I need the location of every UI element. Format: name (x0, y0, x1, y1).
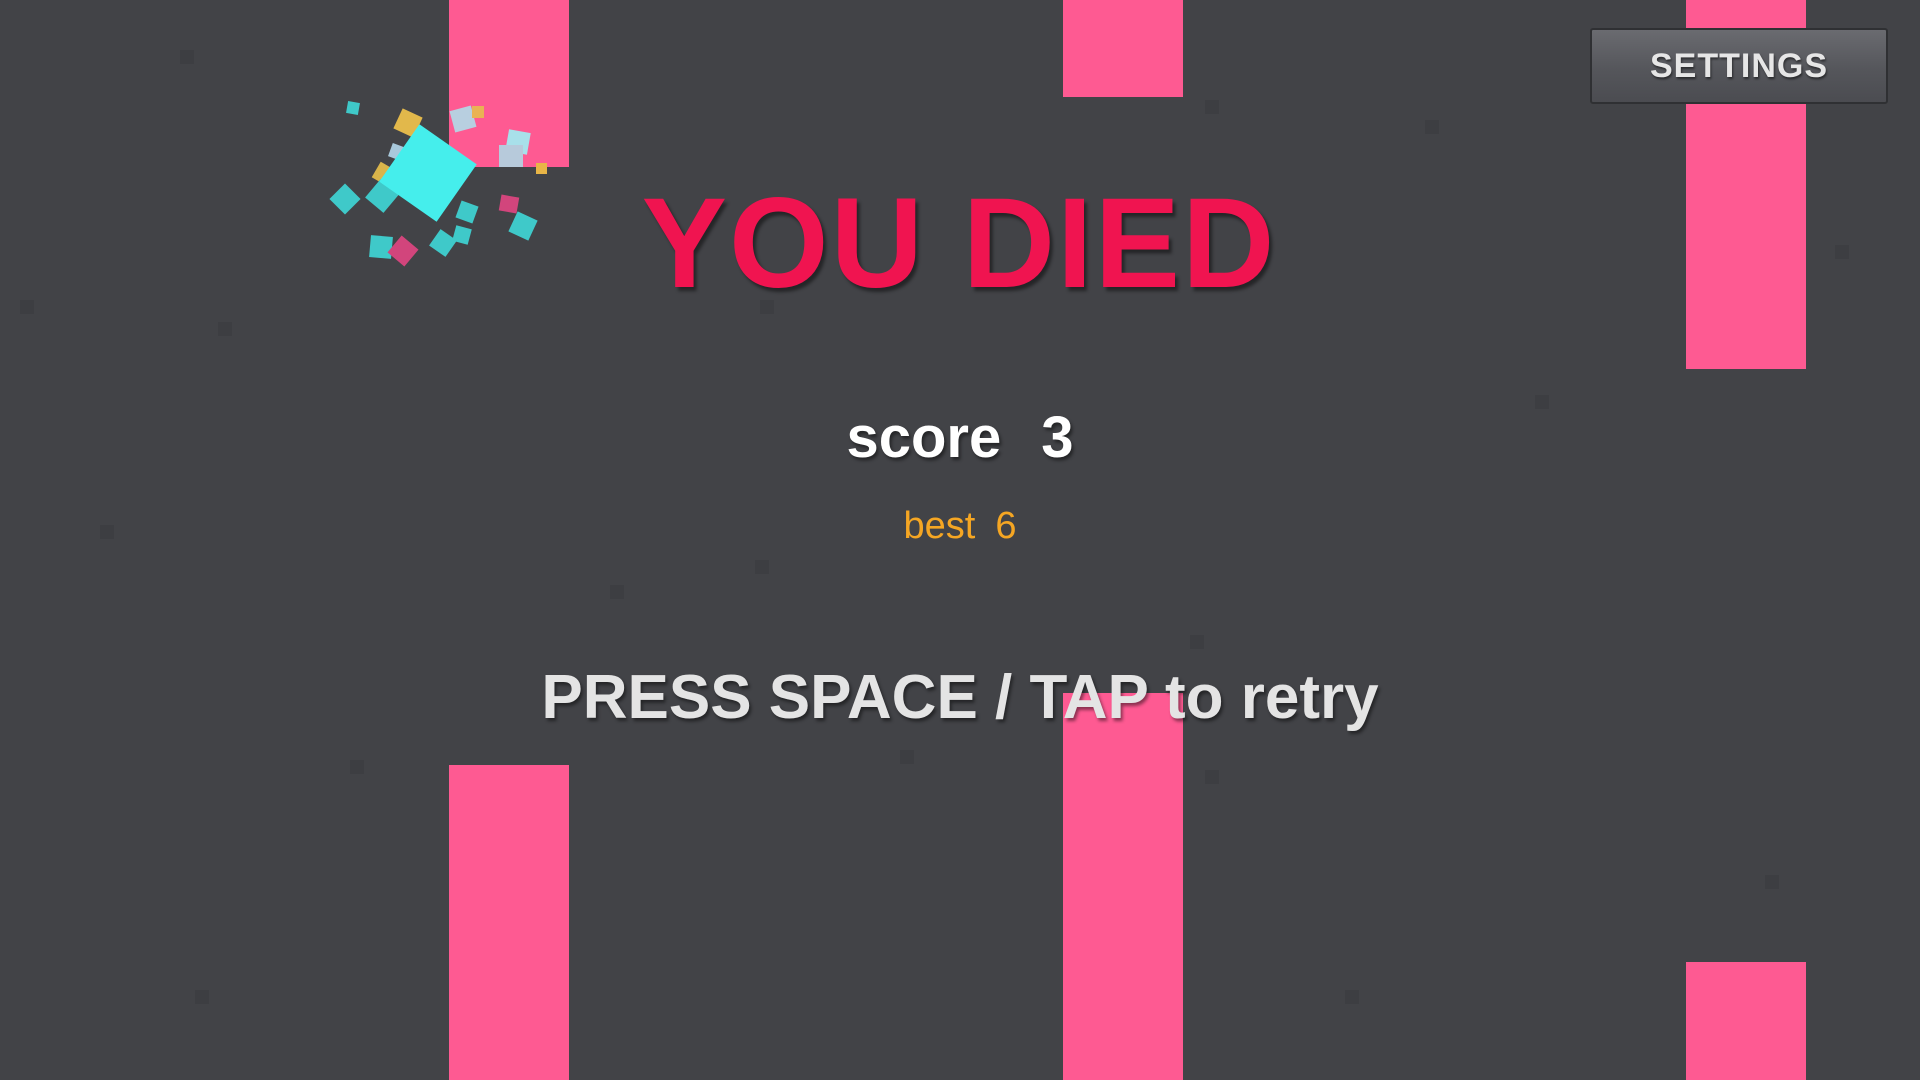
best-label: best (903, 505, 976, 547)
pipe-top (1063, 0, 1183, 97)
settings-button[interactable]: SETTINGS (1590, 28, 1888, 104)
background-square (1345, 990, 1359, 1004)
score-display: score 3 (0, 404, 1920, 471)
explosion-particle (346, 101, 360, 115)
best-score-display: best 6 (0, 505, 1920, 548)
score-label: score (846, 405, 1002, 470)
background-square (900, 750, 914, 764)
pipe-bottom (1063, 693, 1183, 1080)
background-square (1765, 875, 1779, 889)
score-value: 3 (1041, 405, 1074, 470)
background-square (218, 322, 232, 336)
background-square (755, 560, 769, 574)
retry-prompt: PRESS SPACE / TAP to retry (541, 663, 1379, 732)
background-square (1425, 120, 1439, 134)
background-square (195, 990, 209, 1004)
pipe-bottom (449, 765, 569, 1080)
background-square (1205, 100, 1219, 114)
background-square (610, 585, 624, 599)
background-square (180, 50, 194, 64)
background-square (1205, 770, 1219, 784)
best-value: 6 (995, 505, 1017, 547)
game-canvas[interactable]: YOU DIED score 3 best 6 PRESS SPACE / TAP … (0, 0, 1920, 1080)
pipe-bottom (1686, 962, 1806, 1080)
explosion-particle (472, 106, 484, 118)
explosion-particle (499, 145, 523, 167)
background-square (1190, 635, 1204, 649)
background-square (350, 760, 364, 774)
game-over-title: YOU DIED (641, 172, 1277, 315)
